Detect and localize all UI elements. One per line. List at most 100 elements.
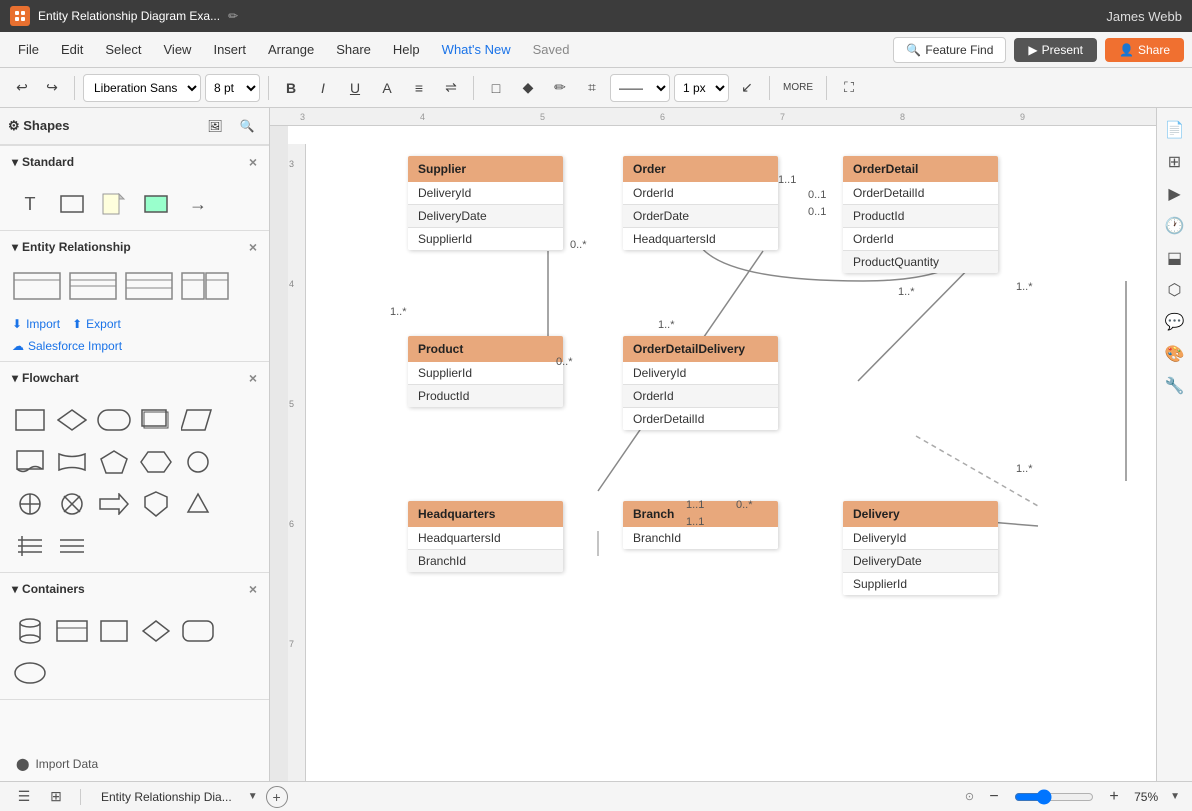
rp-grid-icon[interactable]: ⊞: [1161, 148, 1189, 176]
import-data-button[interactable]: ⬤ Import Data: [16, 757, 253, 771]
font-family-select[interactable]: Liberation Sans: [83, 74, 201, 102]
font-size-select[interactable]: 8 pt: [205, 74, 260, 102]
salesforce-import-button[interactable]: ☁ Salesforce Import: [0, 339, 269, 361]
rp-stack-icon[interactable]: ⬓: [1161, 244, 1189, 272]
italic-button[interactable]: I: [309, 74, 337, 102]
menu-edit[interactable]: Edit: [51, 38, 93, 61]
stroke-style-select[interactable]: ——: [610, 74, 670, 102]
image-search-icon[interactable]: 🖼: [201, 112, 229, 140]
product-table[interactable]: Product SupplierId ProductId: [408, 336, 563, 407]
fc-pentagon[interactable]: [96, 444, 132, 480]
import-button[interactable]: ⬇ Import: [12, 317, 60, 331]
rp-tools-icon[interactable]: 🔧: [1161, 372, 1189, 400]
diagram-tab[interactable]: Entity Relationship Dia...: [93, 788, 240, 806]
zoom-out-button[interactable]: −: [980, 783, 1008, 811]
fc-circle[interactable]: [180, 444, 216, 480]
text-shape[interactable]: T: [12, 186, 48, 222]
zoom-in-button[interactable]: +: [1100, 783, 1128, 811]
menu-whats-new[interactable]: What's New: [432, 38, 521, 61]
fc-plus[interactable]: [12, 486, 48, 522]
zoom-slider[interactable]: [1014, 789, 1094, 805]
er-close[interactable]: ×: [249, 239, 257, 255]
menu-help[interactable]: Help: [383, 38, 430, 61]
fullscreen-button[interactable]: ⛶: [835, 74, 863, 102]
search-shapes-icon[interactable]: 🔍: [233, 112, 261, 140]
rp-clock-icon[interactable]: 🕐: [1161, 212, 1189, 240]
shape-style-button[interactable]: □: [482, 74, 510, 102]
cont-swimlane[interactable]: [54, 613, 90, 649]
er-header[interactable]: ▾Entity Relationship ×: [0, 231, 269, 263]
delivery-table[interactable]: Delivery DeliveryId DeliveryDate Supplie…: [843, 501, 998, 595]
canvas[interactable]: 3 4 5 6 7: [288, 126, 1156, 781]
bold-button[interactable]: B: [277, 74, 305, 102]
orderdetaildelivery-table[interactable]: OrderDetailDelivery DeliveryId OrderId O…: [623, 336, 778, 430]
er-shape-1[interactable]: [12, 271, 62, 301]
menu-arrange[interactable]: Arrange: [258, 38, 324, 61]
fc-stadium[interactable]: [96, 402, 132, 438]
waypoint-button[interactable]: ↙: [733, 74, 761, 102]
fc-cross-circle[interactable]: [54, 486, 90, 522]
arrow-shape[interactable]: →: [180, 186, 216, 222]
order-table[interactable]: Order OrderId OrderDate HeadquartersId: [623, 156, 778, 250]
share-button[interactable]: 👤 Share: [1105, 38, 1184, 62]
feature-find-button[interactable]: 🔍 Feature Find: [893, 37, 1006, 63]
grid-view-icon[interactable]: ⊞: [44, 785, 68, 809]
menu-file[interactable]: File: [8, 38, 49, 61]
fc-double-rect[interactable]: [138, 402, 174, 438]
rect-shape[interactable]: [54, 186, 90, 222]
line-color-button[interactable]: ✏: [546, 74, 574, 102]
cont-rounded[interactable]: [180, 613, 216, 649]
fc-hexagon[interactable]: [138, 444, 174, 480]
fc-lines[interactable]: [54, 528, 90, 564]
flowchart-header[interactable]: ▾Flowchart ×: [0, 362, 269, 394]
undo-button[interactable]: ↩: [8, 74, 36, 102]
fc-list[interactable]: [12, 528, 48, 564]
fc-arrow-right[interactable]: [96, 486, 132, 522]
fc-tape[interactable]: [54, 444, 90, 480]
fc-shield[interactable]: [138, 486, 174, 522]
align-left-button[interactable]: ≡: [405, 74, 433, 102]
er-shape-3[interactable]: [124, 271, 174, 301]
cont-ellipse[interactable]: [12, 655, 48, 691]
flowchart-close[interactable]: ×: [249, 370, 257, 386]
export-button[interactable]: ⬆ Export: [72, 317, 121, 331]
headquarters-table[interactable]: Headquarters HeadquartersId BranchId: [408, 501, 563, 572]
cont-rect2[interactable]: [96, 613, 132, 649]
fc-rect[interactable]: [12, 402, 48, 438]
fc-parallelogram[interactable]: [180, 402, 216, 438]
cont-cylinder[interactable]: [12, 613, 48, 649]
tab-dropdown-icon[interactable]: ▼: [248, 791, 258, 802]
fill-color-button[interactable]: ◆: [514, 74, 542, 102]
menu-select[interactable]: Select: [95, 38, 151, 61]
er-shape-2[interactable]: [68, 271, 118, 301]
more-button[interactable]: MORE: [778, 74, 818, 102]
menu-insert[interactable]: Insert: [203, 38, 256, 61]
note-shape[interactable]: [96, 186, 132, 222]
standard-close[interactable]: ×: [249, 154, 257, 170]
edit-icon[interactable]: ✏: [228, 9, 238, 23]
containers-header[interactable]: ▾Containers ×: [0, 573, 269, 605]
underline-button[interactable]: U: [341, 74, 369, 102]
rp-comment-icon[interactable]: 💬: [1161, 308, 1189, 336]
stroke-width-select[interactable]: 1 px: [674, 74, 729, 102]
add-page-button[interactable]: +: [266, 786, 288, 808]
rp-layers-icon[interactable]: 📄: [1161, 116, 1189, 144]
supplier-table[interactable]: Supplier DeliveryId DeliveryDate Supplie…: [408, 156, 563, 250]
cont-diamond2[interactable]: [138, 613, 174, 649]
redo-button[interactable]: ↪: [38, 74, 66, 102]
fc-diamond[interactable]: [54, 402, 90, 438]
rp-palette-icon[interactable]: 🎨: [1161, 340, 1189, 368]
zoom-dropdown-icon[interactable]: ▼: [1170, 791, 1180, 802]
list-view-icon[interactable]: ☰: [12, 785, 36, 809]
colored-rect-shape[interactable]: [138, 186, 174, 222]
orderdetail-table[interactable]: OrderDetail OrderDetailId ProductId Orde…: [843, 156, 998, 273]
font-color-button[interactable]: A: [373, 74, 401, 102]
rp-plugin-icon[interactable]: ⬡: [1161, 276, 1189, 304]
menu-view[interactable]: View: [154, 38, 202, 61]
present-button[interactable]: ▶ Present: [1014, 38, 1097, 62]
menu-share[interactable]: Share: [326, 38, 381, 61]
fc-doc[interactable]: [12, 444, 48, 480]
er-shape-4[interactable]: [180, 271, 230, 301]
rp-video-icon[interactable]: ▶: [1161, 180, 1189, 208]
fc-triangle[interactable]: [180, 486, 216, 522]
